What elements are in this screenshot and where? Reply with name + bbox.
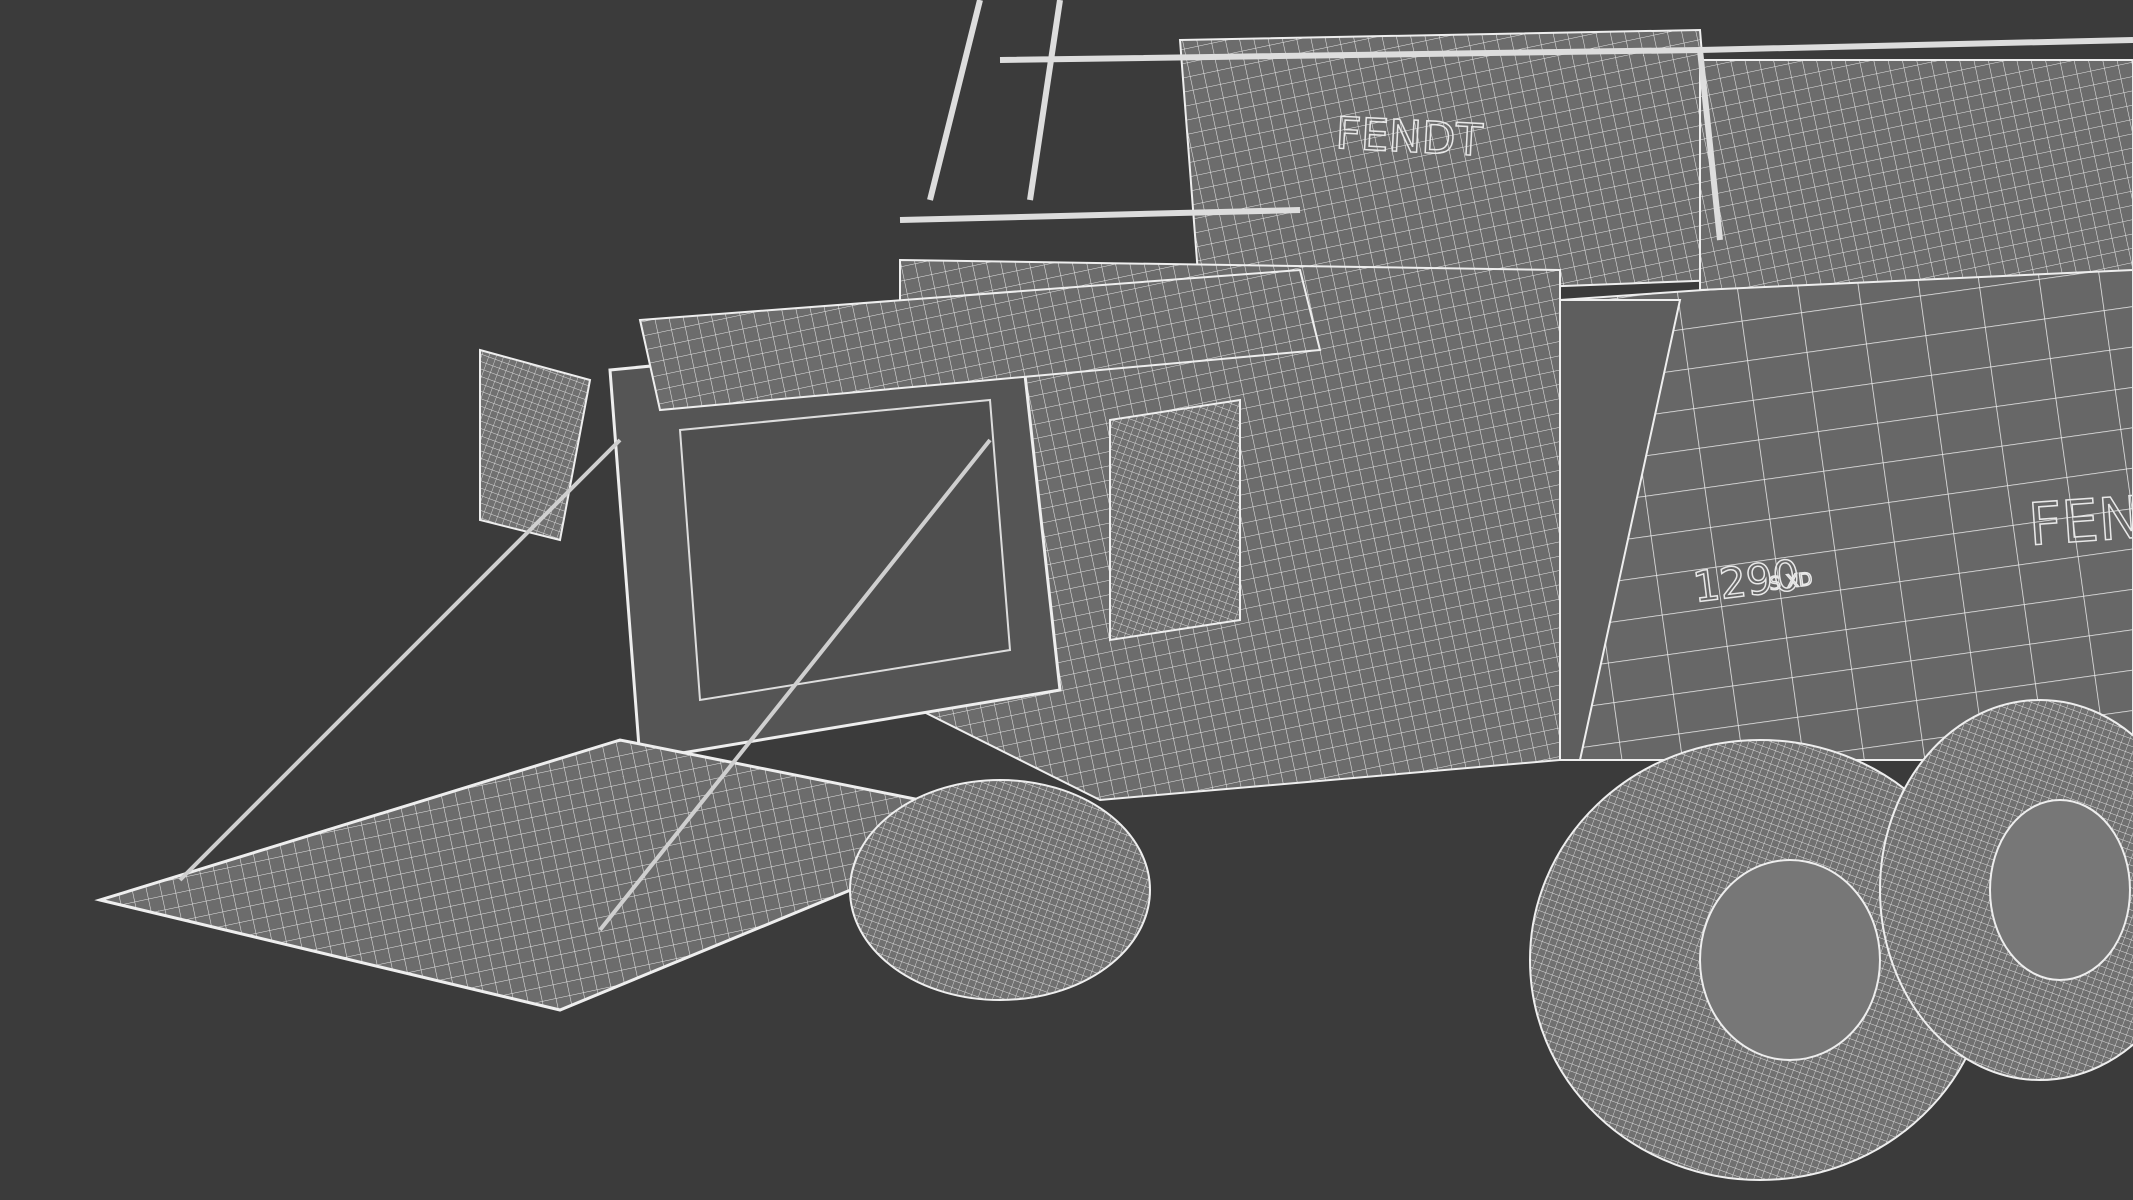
front-wheel xyxy=(849,779,1151,1001)
baler-wireframe-model: FENDT FEND 1290 S XD xyxy=(94,0,2133,1181)
wireframe-render-viewport: FENDT FEND 1290 S XD xyxy=(0,0,2133,1200)
top-brand-logo: FENDT xyxy=(1334,108,1483,167)
baler-main-body xyxy=(899,28,2133,802)
side-brand-logo: FEND xyxy=(2026,480,2133,559)
